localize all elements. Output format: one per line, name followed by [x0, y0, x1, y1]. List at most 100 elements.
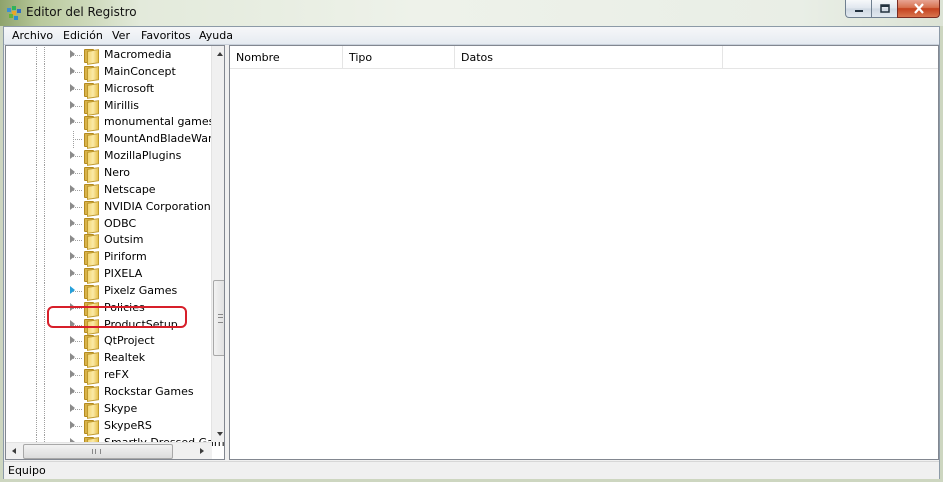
tree-item[interactable]: Rockstar Games: [6, 384, 212, 402]
expand-arrow-icon[interactable]: [70, 403, 75, 412]
menu-ayuda[interactable]: Ayuda: [199, 29, 233, 42]
expand-arrow-icon[interactable]: [70, 66, 75, 75]
expand-arrow-icon[interactable]: [70, 420, 75, 429]
expand-arrow-icon[interactable]: [70, 285, 75, 294]
tree-item-label: QtProject: [104, 334, 155, 348]
expand-arrow-icon[interactable]: [70, 269, 75, 278]
menu-favoritos[interactable]: Favoritos: [141, 29, 191, 42]
tree-item[interactable]: ODBC: [6, 215, 212, 234]
tree-guide-line: [44, 47, 45, 64]
tree-guide-line: [44, 131, 45, 149]
tree-item[interactable]: SkypeRS: [6, 417, 212, 436]
close-button[interactable]: [897, 0, 940, 18]
expand-arrow-icon[interactable]: [70, 218, 75, 227]
menu-archivo[interactable]: Archivo: [12, 29, 53, 42]
minimize-button[interactable]: [845, 0, 872, 18]
tree-item-label: Realtek: [104, 351, 146, 365]
folder-icon: [84, 65, 99, 82]
expand-arrow-icon[interactable]: [70, 353, 75, 362]
tree-item[interactable]: MainConcept: [6, 63, 212, 82]
tree-item-label: Rockstar Games: [104, 385, 194, 398]
folder-icon: [84, 284, 99, 301]
tree-item-label: Piriform: [104, 250, 147, 264]
tree-item[interactable]: monumental games l: [6, 114, 221, 133]
tree-item[interactable]: reFX: [6, 367, 212, 385]
tree-guide-line: [73, 131, 74, 149]
expand-arrow-icon[interactable]: [70, 100, 75, 109]
expand-arrow-icon[interactable]: [70, 252, 75, 261]
tree-guide-line: [44, 367, 45, 385]
scroll-up-arrow-icon[interactable]: [217, 52, 223, 56]
tree-guide-line: [36, 47, 37, 64]
expand-arrow-icon[interactable]: [70, 370, 75, 379]
tree-item[interactable]: Outsim: [6, 232, 212, 251]
tree-guide-line: [44, 181, 45, 199]
tree-item[interactable]: QtProject: [6, 333, 212, 352]
tree-guide-line: [36, 215, 37, 233]
scroll-thumb-horizontal[interactable]: [23, 444, 173, 459]
expand-arrow-icon[interactable]: [70, 201, 75, 210]
values-list[interactable]: Nombre Tipo Datos: [229, 45, 939, 460]
tree-item[interactable]: PIXELA: [6, 266, 212, 284]
tree-guide-line: [36, 316, 37, 334]
expand-arrow-icon[interactable]: [70, 151, 75, 160]
expand-arrow-icon[interactable]: [70, 387, 75, 395]
scroll-down-arrow-icon[interactable]: [217, 432, 223, 436]
tree-guide-line: [36, 114, 37, 132]
expand-arrow-icon[interactable]: [70, 117, 75, 126]
tree-item[interactable]: Macromedia: [6, 47, 212, 65]
expand-arrow-icon[interactable]: [70, 50, 75, 58]
tree-guide-line: [44, 249, 45, 267]
column-nombre[interactable]: Nombre: [230, 46, 343, 68]
title-bar[interactable]: Editor del Registro: [0, 0, 943, 26]
expand-arrow-icon[interactable]: [70, 184, 75, 193]
scroll-thumb[interactable]: [213, 280, 224, 356]
tree-item-label: Skype: [104, 401, 138, 415]
tree-item[interactable]: Nero: [6, 164, 212, 183]
folder-icon: [84, 419, 99, 436]
tree-item-label: Netscape: [104, 182, 156, 196]
tree-guide-line: [44, 333, 45, 351]
maximize-icon: [879, 4, 890, 13]
tree-vertical-scrollbar[interactable]: [211, 46, 224, 442]
column-datos[interactable]: Datos: [455, 46, 723, 68]
tree-item[interactable]: Mirillis: [6, 97, 212, 116]
tree-guide-line: [73, 139, 82, 141]
expand-arrow-icon[interactable]: [70, 235, 75, 244]
maximize-button[interactable]: [871, 0, 898, 18]
menu-edicion[interactable]: Edición: [63, 29, 103, 42]
tree-item[interactable]: Piriform: [6, 249, 212, 268]
grip-icon: [218, 314, 223, 323]
menu-ver[interactable]: Ver: [112, 29, 130, 42]
scroll-right-arrow-icon[interactable]: [200, 448, 204, 454]
tree-item-label: Microsoft: [104, 81, 155, 95]
status-bar: Equipo: [4, 461, 939, 479]
registry-tree[interactable]: Macromedia MainConcept Microsoft Mirillis mo…: [5, 45, 225, 460]
folder-icon: [84, 200, 99, 217]
tree-item[interactable]: Realtek: [6, 350, 212, 369]
tree-horizontal-scrollbar[interactable]: [6, 442, 212, 459]
tree-item[interactable]: Microsoft: [6, 80, 212, 99]
column-label: Datos: [461, 51, 493, 64]
column-tipo[interactable]: Tipo: [343, 46, 455, 68]
tree-guide-line: [36, 232, 37, 250]
tree-item[interactable]: Skype: [6, 400, 212, 419]
tree-item[interactable]: MountAndBladeWarb: [6, 131, 219, 150]
expand-arrow-icon[interactable]: [70, 167, 75, 176]
expand-arrow-icon[interactable]: [70, 336, 75, 345]
folder-icon: [84, 335, 99, 352]
tree-item-label: monumental games l: [104, 115, 221, 129]
tree-guide-line: [36, 266, 37, 284]
scroll-left-arrow-icon[interactable]: [12, 448, 16, 454]
regedit-icon: [7, 6, 21, 20]
tree-item[interactable]: Pixelz Games: [6, 282, 212, 301]
tree-guide-line: [44, 80, 45, 98]
expand-arrow-icon[interactable]: [70, 83, 75, 92]
tree-item-label: Outsim: [104, 233, 144, 247]
tree-guide-line: [36, 400, 37, 418]
tree-item[interactable]: NVIDIA Corporation: [6, 198, 212, 217]
tree-item[interactable]: MozillaPlugins: [6, 148, 212, 166]
folder-icon: [84, 234, 99, 251]
tree-guide-line: [44, 97, 45, 115]
tree-item[interactable]: Netscape: [6, 181, 212, 200]
